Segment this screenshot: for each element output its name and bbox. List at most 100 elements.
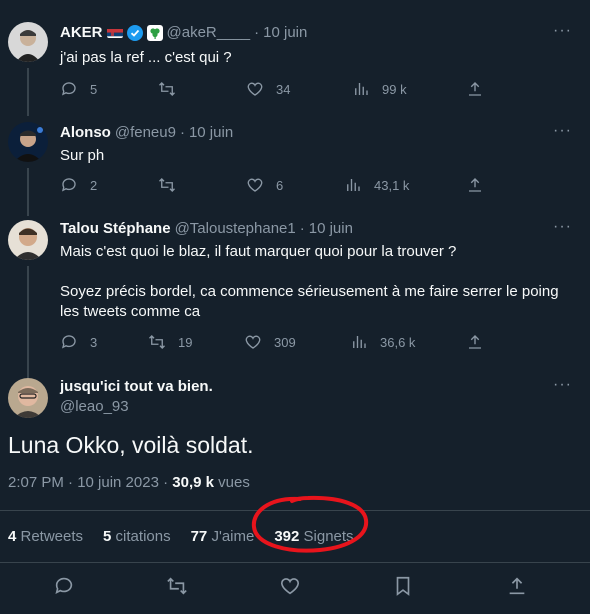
bookmarks-count: 392 (274, 528, 300, 545)
citations-label: citations (111, 528, 171, 545)
likes-stat[interactable]: 77 J'aime (191, 528, 255, 545)
separator-dot: · (179, 124, 185, 141)
view-count: 43,1 k (374, 177, 410, 193)
like-count: 309 (274, 334, 296, 350)
like-button[interactable]: 34 (246, 80, 290, 98)
tweet-date[interactable]: 10 juin (309, 220, 353, 237)
views-chart-icon (353, 336, 366, 348)
share-button[interactable] (466, 176, 484, 194)
avatar[interactable] (8, 378, 48, 418)
avatar[interactable] (8, 220, 48, 260)
heart-icon (245, 335, 261, 349)
like-count: 34 (276, 81, 291, 97)
retweet-button[interactable] (158, 176, 188, 194)
views-button[interactable]: 36,6 k (350, 333, 415, 351)
retweets-label: Retweets (16, 528, 84, 545)
tweet-text-line-2: Soyez précis bordel, ca commence sérieus… (60, 283, 559, 300)
share-icon (509, 577, 525, 595)
author-name[interactable]: Talou Stéphane (60, 220, 171, 237)
separator-dot: · (299, 220, 305, 237)
reply-icon (61, 178, 76, 192)
author-handle[interactable]: @feneu9 (115, 124, 176, 141)
like-button[interactable] (279, 575, 301, 597)
author-handle[interactable]: @akeR____ (167, 24, 251, 41)
more-options-icon[interactable]: ··· (553, 122, 572, 140)
share-button[interactable] (466, 80, 484, 98)
thread-line (27, 266, 29, 378)
like-button[interactable]: 6 (246, 176, 283, 194)
tweet-text: j'ai pas la ref ... c'est qui ? (60, 49, 232, 66)
more-options-icon[interactable]: ··· (553, 22, 572, 40)
likes-count: 77 (190, 528, 208, 545)
tweet-date[interactable]: 10 juin (263, 24, 307, 41)
reply-button[interactable]: 3 (60, 333, 97, 351)
author-name[interactable]: jusqu'ici tout va bien. (60, 378, 213, 395)
retweet-icon (159, 82, 175, 96)
tweet-text-line-3: les tweets comme ca (60, 303, 201, 320)
author-name[interactable]: Alonso (60, 124, 111, 141)
likes-label: J'aime (207, 528, 255, 545)
thread-line (27, 68, 29, 116)
tweet-actions: 3 19 309 36,6 k (60, 333, 500, 353)
bookmarks-label: Signets (299, 528, 354, 545)
tweet-timestamp[interactable]: 2:07 PM · 10 juin 2023 · (8, 474, 172, 491)
tweet-meta: 2:07 PM · 10 juin 2023 · 30,9 k vues (8, 474, 250, 491)
more-options-icon[interactable]: ··· (553, 376, 572, 394)
reply-button[interactable]: 5 (60, 80, 97, 98)
engagement-stats: 4 Retweets 5 citations 77 J'aime 392 Sig… (8, 528, 374, 545)
avatar[interactable] (8, 122, 48, 162)
main-tweet-actions (0, 575, 590, 599)
retweet-button[interactable] (166, 575, 188, 597)
share-icon (469, 335, 481, 349)
share-button[interactable] (466, 333, 484, 351)
tweet-header: Alonso @feneu9 · 10 juin (60, 124, 233, 141)
reply-button[interactable] (53, 575, 75, 597)
reply-icon (61, 82, 76, 96)
views-button[interactable]: 99 k (352, 80, 407, 98)
view-count: 99 k (382, 81, 407, 97)
avatar[interactable] (8, 22, 48, 62)
retweet-button[interactable] (158, 80, 188, 98)
heart-icon (247, 178, 263, 192)
share-button[interactable] (506, 575, 528, 597)
reply-tweet-talou[interactable]: Talou Stéphane @Taloustephane1 · 10 juin… (0, 208, 590, 378)
tweet-actions: 2 6 43,1 k (60, 176, 500, 196)
tweet-header: Talou Stéphane @Taloustephane1 · 10 juin (60, 220, 353, 237)
clover-emoji-icon (146, 24, 163, 41)
citations-stat[interactable]: 5 citations (103, 528, 171, 545)
reply-button[interactable]: 2 (60, 176, 97, 194)
tweet-text: Sur ph (60, 147, 105, 164)
author-handle[interactable]: @leao_93 (60, 398, 129, 415)
views-count: 30,9 k (172, 474, 214, 491)
retweet-icon (159, 178, 175, 192)
like-button[interactable]: 309 (244, 333, 296, 351)
bookmarks-stat[interactable]: 392 Signets (274, 528, 353, 545)
reply-tweet-alonso[interactable]: Alonso @feneu9 · 10 juin ··· Sur ph 2 6 … (0, 110, 590, 216)
retweet-icon (167, 577, 187, 595)
tweet-header: AKER @akeR____ · 10 juin (60, 24, 307, 41)
like-count: 6 (276, 177, 284, 193)
bookmark-button[interactable] (392, 575, 414, 597)
views-button[interactable]: 43,1 k (344, 176, 409, 194)
reply-icon (55, 577, 73, 594)
more-options-icon[interactable]: ··· (553, 218, 572, 236)
heart-icon (247, 82, 263, 96)
tweet-text-line-1: Mais c'est quoi le blaz, il faut marquer… (60, 243, 457, 260)
heart-icon (280, 578, 300, 595)
tweet-date[interactable]: 10 juin (189, 124, 233, 141)
view-count: 36,6 k (380, 334, 416, 350)
author-name[interactable]: AKER (60, 24, 103, 41)
reply-tweet-aker[interactable]: AKER @akeR____ · 10 juin ··· j'ai pas la… (0, 0, 590, 116)
main-tweet-text: Luna Okko, voilà soldat. (8, 432, 254, 458)
views-chart-icon (355, 83, 368, 95)
share-icon (469, 178, 481, 192)
verified-badge-icon[interactable] (126, 24, 143, 41)
reply-count: 3 (90, 334, 98, 350)
author-handle[interactable]: @Taloustephane1 (175, 220, 296, 237)
tweet-header: jusqu'ici tout va bien. (60, 378, 213, 395)
author-handle-row: @leao_93 (60, 398, 129, 415)
serbia-flag-icon (106, 27, 123, 38)
retweet-button[interactable]: 19 (148, 333, 192, 351)
retweets-stat[interactable]: 4 Retweets (8, 528, 83, 545)
views-chart-icon (347, 179, 360, 191)
